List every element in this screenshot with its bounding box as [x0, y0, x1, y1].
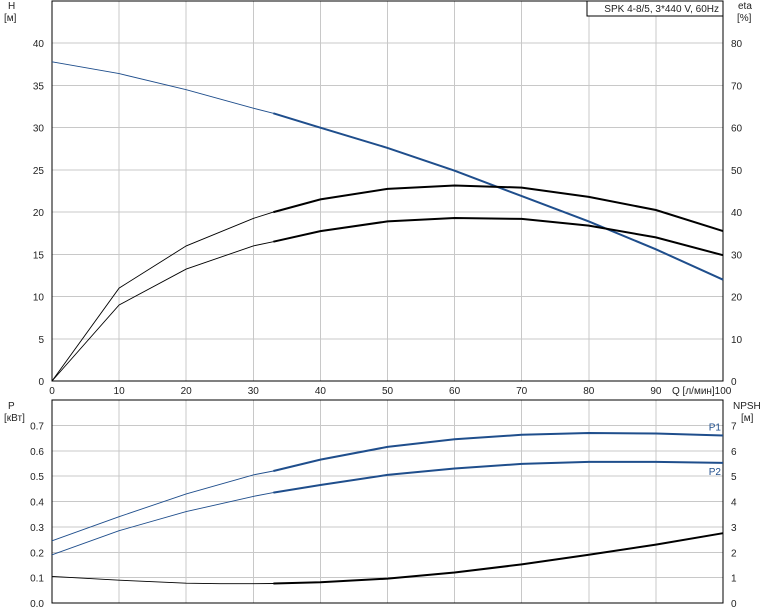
- y-tick-label-right: 7: [731, 421, 737, 432]
- series-label-p1: P1: [709, 423, 722, 434]
- y-tick-label-right: 2: [731, 548, 737, 559]
- x-tick-label: 90: [650, 386, 662, 397]
- y-tick-label-left: 20: [33, 208, 45, 219]
- y-tick-label-left: 0.7: [30, 421, 44, 432]
- y-tick-label-left: 0.5: [30, 472, 44, 483]
- y-axis-unit-power: [кВт]: [4, 413, 25, 424]
- x-axis-label: Q [л/мин]: [672, 386, 715, 397]
- y-axis-unit-npsh: [м]: [741, 413, 754, 424]
- x-tick-label: 100: [715, 386, 732, 397]
- x-tick-label: 0: [49, 386, 55, 397]
- y-tick-label-left: 40: [33, 39, 45, 50]
- y-tick-label-right: 40: [731, 208, 743, 219]
- x-tick-label: 40: [315, 386, 327, 397]
- y-tick-label-left: 35: [33, 81, 45, 92]
- y-tick-label-right: 70: [731, 81, 743, 92]
- y-tick-label-left: 5: [38, 335, 44, 346]
- y-tick-label-left: 0: [38, 377, 44, 388]
- x-tick-label: 70: [516, 386, 528, 397]
- y-tick-label-right: 4: [731, 498, 737, 509]
- y-tick-label-right: 20: [731, 293, 743, 304]
- y-tick-label-left: 15: [33, 250, 45, 261]
- x-tick-label: 80: [583, 386, 595, 397]
- pump-curve-chart: SPK 4-8/5, 3*440 V, 60HzH[м]eta[%]051015…: [4, 0, 761, 610]
- y-axis-label-head: H: [8, 1, 15, 12]
- y-tick-label-right: 60: [731, 124, 743, 135]
- y-axis-unit-eta: [%]: [737, 13, 752, 24]
- x-tick-label: 10: [114, 386, 126, 397]
- series-label-p2: P2: [709, 467, 722, 478]
- y-tick-label-left: 0.1: [30, 574, 44, 585]
- y-tick-label-left: 0.3: [30, 523, 44, 534]
- y-tick-label-right: 0: [731, 599, 737, 610]
- y-axis-label-power: P: [8, 401, 15, 412]
- y-tick-label-left: 0.0: [30, 599, 44, 610]
- y-tick-label-left: 0.6: [30, 447, 44, 458]
- y-tick-label-left: 0.2: [30, 548, 44, 559]
- y-axis-unit-head: [м]: [4, 13, 17, 24]
- x-tick-label: 50: [382, 386, 394, 397]
- y-tick-label-right: 3: [731, 523, 737, 534]
- y-tick-label-left: 30: [33, 124, 45, 135]
- x-tick-label: 30: [248, 386, 260, 397]
- y-tick-label-left: 0.4: [30, 498, 44, 509]
- y-tick-label-right: 50: [731, 166, 743, 177]
- x-tick-label: 60: [449, 386, 461, 397]
- y-tick-label-right: 5: [731, 472, 737, 483]
- model-label: SPK 4-8/5, 3*440 V, 60Hz: [604, 4, 719, 15]
- y-tick-label-right: 10: [731, 335, 743, 346]
- y-axis-label-npsh: NPSH: [733, 401, 761, 412]
- y-tick-label-right: 30: [731, 250, 743, 261]
- x-tick-label: 20: [181, 386, 193, 397]
- y-tick-label-right: 1: [731, 574, 737, 585]
- y-tick-label-left: 10: [33, 293, 45, 304]
- y-axis-label-eta: eta: [738, 1, 752, 12]
- y-tick-label-right: 80: [731, 39, 743, 50]
- y-tick-label-left: 25: [33, 166, 45, 177]
- y-tick-label-right: 6: [731, 447, 737, 458]
- y-tick-label-right: 0: [731, 377, 737, 388]
